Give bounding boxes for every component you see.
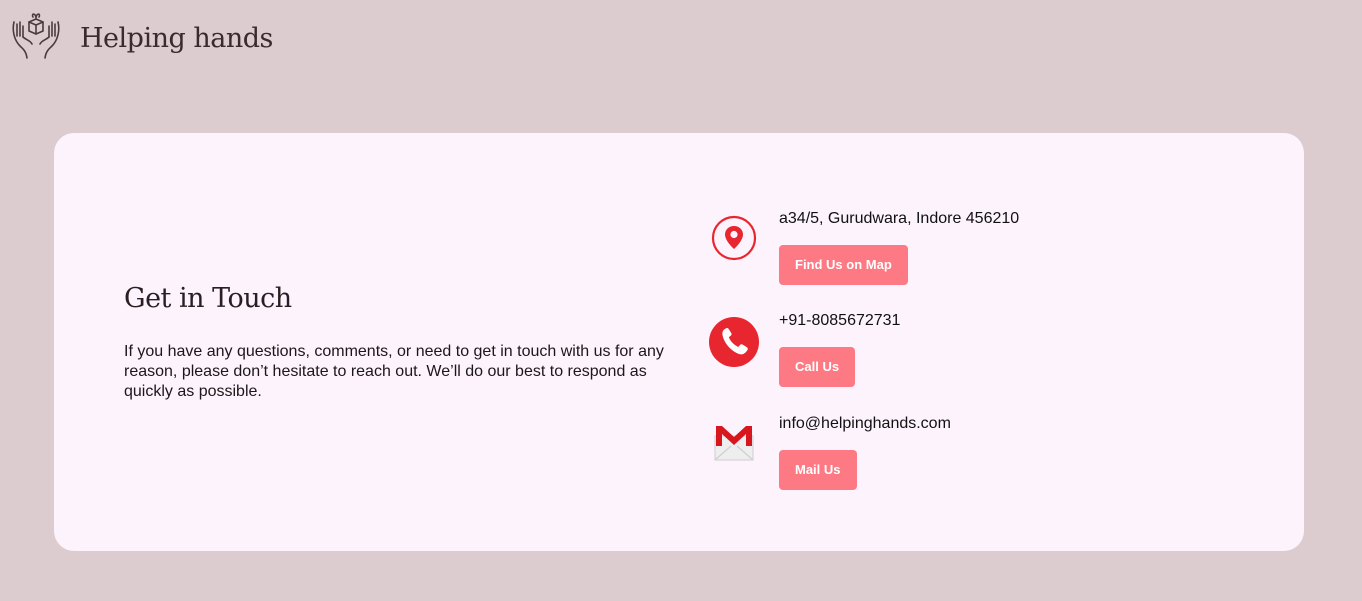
intro-section: Get in Touch If you have any questions, …	[124, 283, 684, 402]
phone-number: +91-8085672731	[779, 312, 901, 329]
email-address: info@helpinghands.com	[779, 415, 951, 432]
page-title: Get in Touch	[124, 283, 292, 314]
find-us-on-map-button[interactable]: Find Us on Map	[779, 245, 908, 285]
address-text: a34/5, Gurudwara, Indore 456210	[779, 210, 1020, 227]
contact-item-address: a34/5, Gurudwara, Indore 456210 Find Us …	[706, 209, 1019, 285]
location-pin-icon	[711, 215, 757, 261]
contact-item-email: info@helpinghands.com Mail Us	[706, 414, 951, 490]
hands-holding-gift-icon[interactable]	[10, 12, 62, 60]
site-header: Helping hands	[10, 12, 273, 60]
call-us-button[interactable]: Call Us	[779, 347, 856, 387]
brand-name[interactable]: Helping hands	[80, 23, 273, 54]
phone-icon	[709, 317, 759, 367]
intro-description: If you have any questions, comments, or …	[124, 343, 664, 400]
contact-item-phone: +91-8085672731 Call Us	[706, 311, 900, 387]
mail-us-button[interactable]: Mail Us	[779, 450, 857, 490]
contact-card: Get in Touch If you have any questions, …	[54, 133, 1304, 551]
gmail-icon	[714, 426, 754, 461]
